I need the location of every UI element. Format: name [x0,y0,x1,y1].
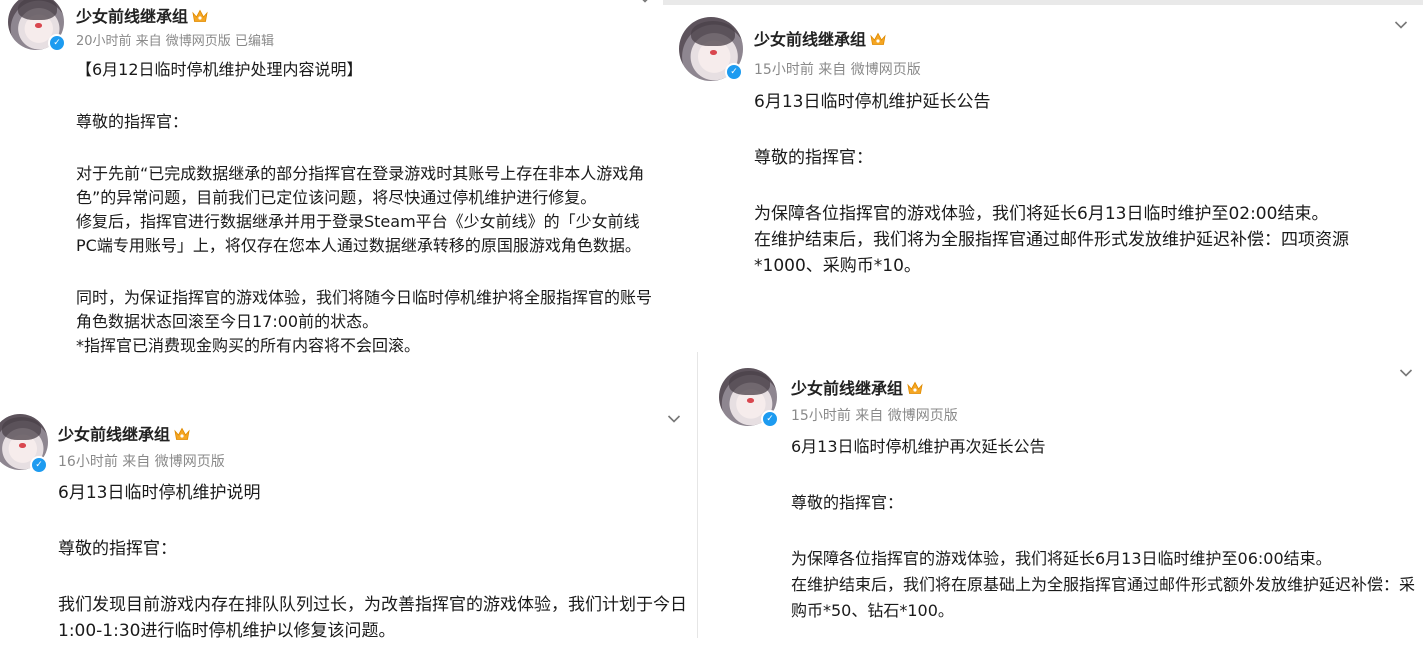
verified-badge-icon: ✓ [725,63,743,81]
post-body: 【6月12日临时停机维护处理内容说明】 尊敬的指挥官： 对于先前“已完成数据继承… [76,58,658,358]
post-meta: 15小时前 来自 微博网页版 [791,408,958,424]
post-paragraph: 在维护结束后，我们将为全服指挥官通过邮件形式发放维护延迟补偿：四项资源*1000… [754,230,1349,276]
post-paragraph: 6月13日临时停机维护再次延长公告 [791,437,1046,456]
post-body: 6月13日临时停机维护延长公告 尊敬的指挥官： 为保障各位指挥官的游戏体验，我们… [754,89,1404,279]
post-meta: 15小时前 来自 微博网页版 [754,62,921,78]
weibo-post: ✓ 少女前线继承组 15小时前 来自 微博网页版 6月13日临时停机维护再次延长… [698,352,1423,638]
post-paragraph: 6月13日临时停机维护说明 [58,483,261,503]
chevron-down-icon[interactable] [667,414,681,424]
post-meta: 20小时前 来自 微博网页版 已编辑 [76,34,274,49]
post-paragraph: 尊敬的指挥官： [76,112,189,131]
avatar[interactable]: ✓ [679,17,743,81]
post-paragraph: 为保障各位指挥官的游戏体验，我们将延长6月13日临时维护至06:00结束。 [791,549,1332,568]
post-meta: 16小时前 来自 微博网页版 [58,454,225,470]
author-name-row: 少女前线继承组 [58,421,190,445]
avatar[interactable]: ✓ [0,414,48,474]
post-paragraph: 对于先前“已完成数据继承的部分指挥官在登录游戏时其账号上存在非本人游戏角色”的异… [76,164,645,207]
chevron-down-icon[interactable] [1394,20,1408,30]
author-name[interactable]: 少女前线继承组 [754,30,866,49]
post-paragraph: 在维护结束后，我们将在原基础上为全服指挥官通过邮件形式额外发放维护延迟补偿：采购… [791,575,1416,620]
vip-crown-icon [870,32,886,45]
avatar[interactable]: ✓ [719,368,779,428]
author-name-row: 少女前线继承组 [76,3,208,27]
post-paragraph: 尊敬的指挥官： [791,493,904,512]
post-paragraph: 尊敬的指挥官： [754,148,873,168]
verified-badge-icon: ✓ [30,456,48,474]
chevron-down-icon[interactable] [638,0,652,4]
weibo-post: ✓ 少女前线继承组 16小时前 来自 微博网页版 6月13日临时停机维护说明 尊… [0,400,697,663]
post-paragraph: 修复后，指挥官进行数据继承并用于登录Steam平台《少女前线》的「少女前线PC端… [76,212,641,255]
post-paragraph: 尊敬的指挥官： [58,539,177,559]
vip-crown-icon [907,381,923,394]
author-name[interactable]: 少女前线继承组 [791,379,903,398]
weibo-post: ✓ 少女前线继承组 15小时前 来自 微博网页版 6月13日临时停机维护延长公告… [663,5,1423,345]
post-paragraph: 我们发现目前游戏内存在排队队列过长，为改善指挥官的游戏体验，我们计划于今日1:0… [58,595,687,641]
post-paragraph: 【6月12日临时停机维护处理内容说明】 [76,60,363,79]
post-paragraph: 同时，为保证指挥官的游戏体验，我们将随今日临时停机维护将全服指挥官的账号角色数据… [76,288,653,331]
verified-badge-icon: ✓ [48,34,66,52]
verified-badge-icon: ✓ [761,410,779,428]
author-name-row: 少女前线继承组 [754,26,886,50]
post-body: 6月13日临时停机维护说明 尊敬的指挥官： 我们发现目前游戏内存在排队队列过长，… [58,480,690,644]
author-name-row: 少女前线继承组 [791,375,923,399]
post-paragraph: *指挥官已消费现金购买的所有内容将不会回滚。 [76,336,421,355]
post-paragraph: 6月13日临时停机维护延长公告 [754,92,991,112]
vip-crown-icon [174,427,190,440]
chevron-down-icon[interactable] [1399,368,1413,378]
weibo-post: ✓ 少女前线继承组 20小时前 来自 微博网页版 已编辑 【6月12日临时停机维… [0,0,663,372]
vip-crown-icon [192,9,208,22]
author-name[interactable]: 少女前线继承组 [76,7,188,26]
post-paragraph: 为保障各位指挥官的游戏体验，我们将延长6月13日临时维护至02:00结束。 [754,204,1329,224]
avatar[interactable]: ✓ [8,0,66,52]
author-name[interactable]: 少女前线继承组 [58,425,170,444]
post-body: 6月13日临时停机维护再次延长公告 尊敬的指挥官： 为保障各位指挥官的游戏体验，… [791,434,1417,624]
